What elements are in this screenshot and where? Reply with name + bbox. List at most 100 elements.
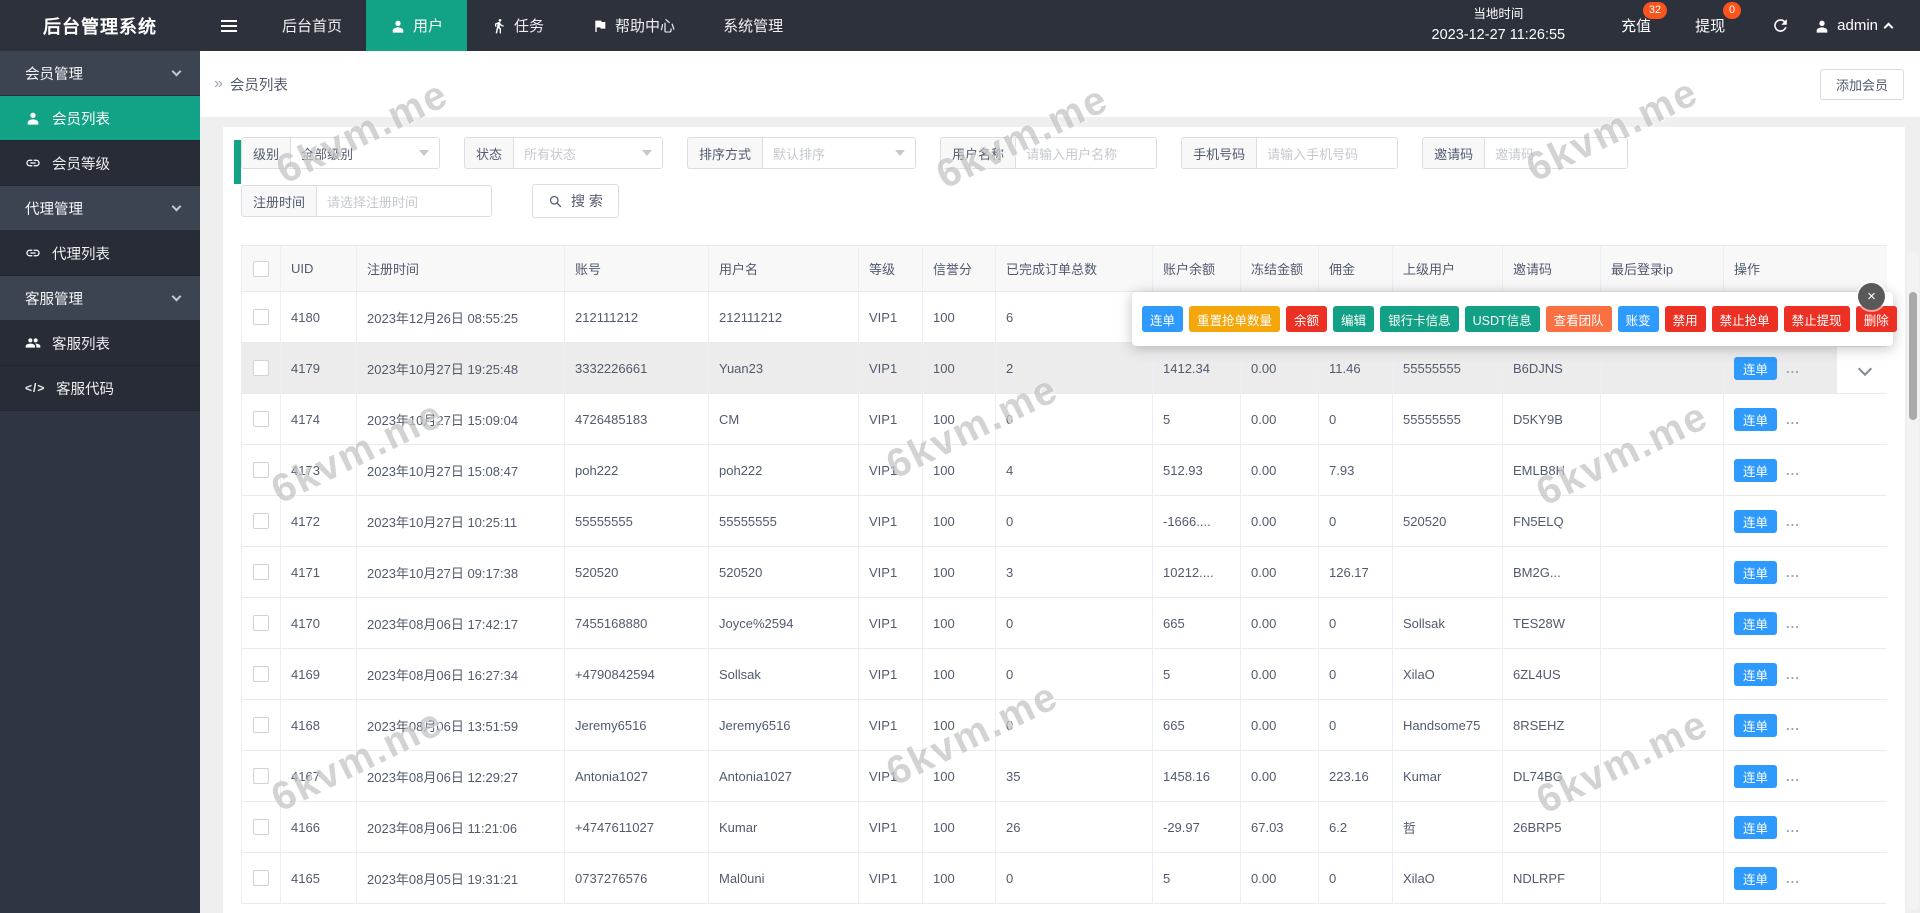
more-actions-button[interactable]: ...	[1786, 616, 1800, 631]
cell-orders: 3	[996, 547, 1153, 597]
sidebar-item-4[interactable]: 代理列表	[0, 231, 200, 276]
filter-input[interactable]: 请输入手机号码	[1256, 137, 1399, 169]
liandan-button[interactable]: 连单	[1734, 560, 1778, 584]
popup-action-button-11[interactable]: 禁止提现	[1783, 306, 1850, 332]
nav-item-label: 任务	[514, 18, 545, 35]
liandan-button[interactable]: 连单	[1734, 407, 1778, 431]
cell-account: 7455168880	[565, 598, 709, 648]
more-actions-button[interactable]: ...	[1786, 718, 1800, 733]
liandan-button[interactable]: 连单	[1734, 866, 1778, 890]
sidebar-group-0[interactable]: 会员管理	[0, 51, 200, 96]
row-checkbox[interactable]	[253, 513, 269, 529]
cell-parent: 55555555	[1393, 394, 1503, 444]
more-actions-button[interactable]: ...	[1786, 871, 1800, 886]
popup-action-button-9[interactable]: 禁用	[1664, 306, 1706, 332]
more-actions-button[interactable]: ...	[1786, 769, 1800, 784]
liandan-button[interactable]: 连单	[1734, 356, 1778, 380]
row-checkbox[interactable]	[253, 768, 269, 784]
nav-item-1[interactable]: 后台首页	[258, 0, 366, 51]
scrollbar-track[interactable]	[1907, 252, 1919, 910]
row-checkbox[interactable]	[253, 717, 269, 733]
popup-action-button-3[interactable]: 余额	[1286, 306, 1328, 332]
row-checkbox[interactable]	[253, 411, 269, 427]
sidebar-group-3[interactable]: 代理管理	[0, 186, 200, 231]
row-checkbox[interactable]	[253, 615, 269, 631]
row-checkbox[interactable]	[253, 564, 269, 580]
sidebar-item-1[interactable]: 会员列表	[0, 96, 200, 141]
cell-account: +4790842594	[565, 649, 709, 699]
liandan-button[interactable]: 连单	[1734, 713, 1778, 737]
more-actions-button[interactable]: ...	[1786, 565, 1800, 580]
filter-select[interactable]: 默认排序	[762, 137, 917, 169]
add-member-button[interactable]: 添加会员	[1819, 68, 1904, 100]
refresh-button[interactable]	[1771, 16, 1790, 35]
popup-action-button-2[interactable]: 重置抢单数量	[1189, 306, 1281, 332]
nav-item-3[interactable]: 任务	[467, 0, 568, 51]
scrollbar-thumb[interactable]	[1909, 292, 1917, 420]
popup-action-button-7[interactable]: 查看团队	[1545, 306, 1612, 332]
sidebar-item-6[interactable]: 客服列表	[0, 321, 200, 366]
app-logo: 后台管理系统	[43, 16, 157, 37]
recharge-button[interactable]: 充值 32	[1621, 2, 1668, 36]
popup-close-button[interactable]: ×	[1858, 283, 1885, 310]
cell-username: poh222	[709, 445, 859, 495]
liandan-button[interactable]: 连单	[1734, 662, 1778, 686]
cell-commission: 11.46	[1319, 343, 1393, 393]
cell-account: poh222	[565, 445, 709, 495]
liandan-button[interactable]: 连单	[1734, 458, 1778, 482]
more-actions-button[interactable]: ...	[1786, 514, 1800, 529]
sidebar-item-label: 客服代码	[56, 381, 114, 398]
more-actions-button[interactable]: ...	[1786, 361, 1800, 376]
filter-select[interactable]: 所有状态	[513, 137, 664, 169]
user-menu[interactable]: admin	[1814, 17, 1894, 34]
sidebar-item-2[interactable]: 会员等级	[0, 141, 200, 186]
filter-input[interactable]: 邀请码	[1484, 137, 1629, 169]
popup-action-button-8[interactable]: 账变	[1617, 306, 1659, 332]
cell-level: VIP1	[859, 598, 923, 648]
popup-action-button-1[interactable]: 连单	[1142, 306, 1184, 332]
row-checkbox[interactable]	[253, 462, 269, 478]
popup-action-button-10[interactable]: 禁止抢单	[1711, 306, 1778, 332]
menu-toggle-icon[interactable]	[200, 0, 258, 51]
select-all-checkbox[interactable]	[253, 260, 269, 277]
liandan-button[interactable]: 连单	[1734, 509, 1778, 533]
sidebar-item-7[interactable]: </> 客服代码	[0, 366, 200, 411]
cell-balance: 1458.16	[1153, 751, 1241, 801]
row-expand-button[interactable]	[1837, 347, 1893, 393]
filter-排序方式: 排序方式 默认排序	[687, 137, 917, 169]
column-header: 佣金	[1319, 246, 1393, 291]
column-header: 注册时间	[357, 246, 565, 291]
popup-action-button-5[interactable]: 银行卡信息	[1380, 306, 1459, 332]
nav-item-2[interactable]: 用户	[366, 0, 468, 51]
popup-action-button-12[interactable]: 删除	[1855, 306, 1897, 332]
nav-item-5[interactable]: 系统管理	[699, 0, 807, 51]
cell-orders: 35	[996, 751, 1153, 801]
more-actions-button[interactable]: ...	[1786, 820, 1800, 835]
more-actions-button[interactable]: ...	[1786, 463, 1800, 478]
cell-account: 4726485183	[565, 394, 709, 444]
filter-input[interactable]: 请选择注册时间	[316, 185, 493, 217]
popup-action-button-4[interactable]: 编辑	[1333, 306, 1375, 332]
liandan-button[interactable]: 连单	[1734, 764, 1778, 788]
row-checkbox[interactable]	[253, 360, 269, 376]
more-actions-button[interactable]: ...	[1786, 412, 1800, 427]
row-checkbox[interactable]	[253, 309, 269, 325]
withdraw-button[interactable]: 提现 0	[1695, 2, 1742, 36]
sidebar-group-5[interactable]: 客服管理	[0, 276, 200, 321]
liandan-button[interactable]: 连单	[1734, 611, 1778, 635]
column-header: UID	[281, 246, 357, 291]
row-checkbox[interactable]	[253, 819, 269, 835]
cell-orders: 0	[996, 649, 1153, 699]
row-checkbox[interactable]	[253, 666, 269, 682]
liandan-button[interactable]: 连单	[1734, 815, 1778, 839]
popup-action-button-6[interactable]: USDT信息	[1464, 306, 1540, 332]
search-button[interactable]: 搜 索	[532, 184, 619, 218]
cell-invite: FN5ELQ	[1503, 496, 1601, 546]
more-actions-button[interactable]: ...	[1786, 667, 1800, 682]
filter-select[interactable]: 全部级别	[290, 137, 441, 169]
nav-item-4[interactable]: 帮助中心	[568, 0, 699, 51]
cell-username: Antonia1027	[709, 751, 859, 801]
filter-input[interactable]: 请输入用户名称	[1015, 137, 1158, 169]
row-checkbox[interactable]	[253, 870, 269, 886]
cell-username: Joyce%2594	[709, 598, 859, 648]
